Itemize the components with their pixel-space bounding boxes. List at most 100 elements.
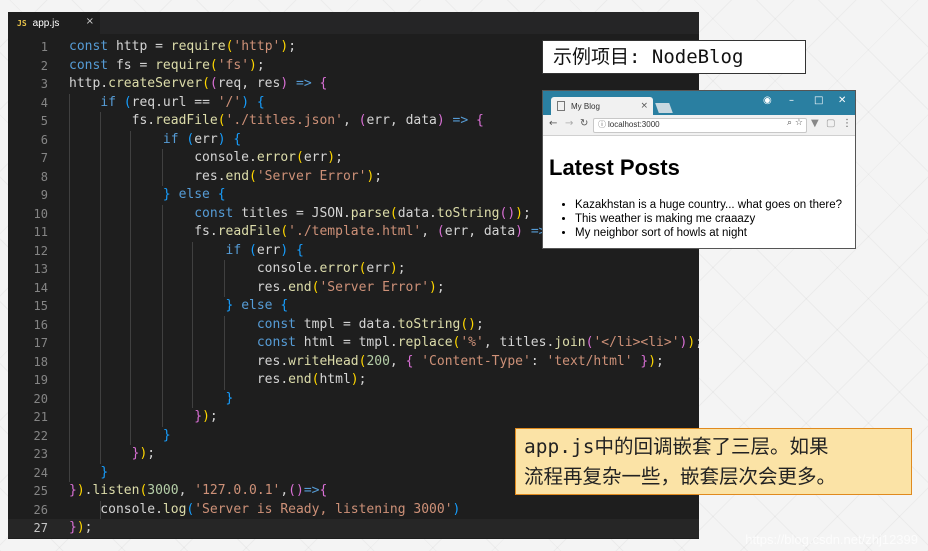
line-number: 6	[40, 132, 48, 147]
maximize-button[interactable]: □	[814, 95, 823, 106]
code-text: console.error(err);	[69, 261, 406, 276]
code-text: }	[100, 464, 109, 480]
code-text: const fs = require('fs');	[69, 57, 265, 73]
line-number: 23	[33, 447, 48, 461]
line-number: 26	[33, 502, 48, 517]
code-text: } else {	[162, 187, 226, 202]
line-number: 22	[33, 428, 48, 443]
line-number: 8	[40, 169, 48, 184]
code-text: http.createServer((req, res) => {	[69, 76, 328, 91]
code-line[interactable]: 27});	[8, 519, 699, 538]
code-text: fs.readFile('./titles.json', (err, data)…	[69, 113, 484, 128]
line-number: 4	[40, 95, 48, 110]
code-text: });	[131, 446, 156, 461]
code-text: });	[194, 409, 218, 424]
indent-guide	[224, 260, 225, 297]
line-number: 2	[40, 58, 48, 73]
code-text: }	[162, 427, 171, 443]
line-number: 19	[33, 373, 48, 387]
code-text: console.log('Server is Ready, listening …	[69, 501, 461, 517]
line-number: 7	[40, 151, 48, 165]
code-text: fs.readFile('./template.html', (err, dat…	[69, 224, 547, 239]
line-number: 9	[40, 188, 48, 202]
browser-toolbar: ← → ↻ ⓘ localhost:3000 ⌕ ☆ ▼ ▢ ⋮	[543, 115, 855, 136]
line-number: 10	[33, 206, 48, 221]
tab-app-js[interactable]: JS app.js ×	[8, 12, 100, 34]
code-text: console.error(err);	[194, 150, 343, 165]
code-line[interactable]: 15 } else {	[8, 297, 699, 316]
new-tab-button[interactable]	[655, 103, 673, 113]
close-window-button[interactable]: ✕	[838, 95, 846, 106]
line-number: 18	[33, 354, 48, 369]
page-heading: Latest Posts	[549, 155, 680, 180]
menu-icon[interactable]: ⋮	[842, 118, 852, 129]
code-line[interactable]: 21 });	[8, 408, 699, 427]
minimize-button[interactable]: –	[789, 95, 794, 106]
note-line-1: app.js中的回调嵌套了三层。如果	[524, 435, 829, 458]
code-line[interactable]: 13 console.error(err);	[8, 260, 699, 279]
zoom-icon[interactable]: ⌕	[787, 118, 792, 128]
watermark: https://blog.csdn.net/zhj12399	[745, 532, 918, 547]
project-label: 示例项目: NodeBlog	[542, 40, 806, 74]
code-line[interactable]: 26 console.log('Server is Ready, listeni…	[8, 501, 699, 520]
list-item: Kazakhstan is a huge country... what goe…	[575, 198, 842, 212]
indent-guide	[100, 500, 101, 519]
code-line[interactable]: 14 res.end('Server Error');	[8, 279, 699, 298]
code-line[interactable]: 18 res.writeHead(200, { 'Content-Type': …	[8, 353, 699, 372]
line-number: 16	[33, 317, 48, 332]
tab-close-icon[interactable]: ×	[640, 101, 648, 111]
line-number: 17	[33, 336, 48, 350]
code-text: }).listen(3000, '127.0.0.1',()=>{	[69, 483, 328, 498]
note-line-2: 流程再复杂一些，嵌套层次会更多。	[524, 465, 837, 488]
browser-tab-title: My Blog	[571, 101, 600, 111]
profile-icon[interactable]: ◉	[763, 95, 772, 106]
code-line[interactable]: 16 const tmpl = data.toString();	[8, 316, 699, 335]
list-item: This weather is making me craaazy	[575, 212, 842, 226]
browser-titlebar: My Blog × ◉ – □ ✕	[543, 91, 855, 115]
browser-tab[interactable]: My Blog ×	[551, 97, 653, 115]
indent-guide	[192, 241, 193, 408]
indent-guide	[224, 315, 225, 390]
code-text: res.end(html);	[69, 372, 367, 387]
code-text: res.end('Server Error');	[69, 168, 383, 184]
browser-window: My Blog × ◉ – □ ✕ ← → ↻ ⓘ localhost:3000…	[542, 90, 856, 249]
list-item: My neighbor sort of howls at night	[575, 226, 842, 240]
reload-icon[interactable]: ↻	[580, 118, 588, 129]
address-bar[interactable]: ⓘ localhost:3000 ⌕ ☆	[593, 118, 807, 133]
forward-icon[interactable]: →	[565, 118, 573, 129]
indent-guide	[130, 130, 131, 445]
back-icon[interactable]: ←	[549, 118, 557, 129]
line-number: 12	[33, 243, 48, 258]
explanation-note: app.js中的回调嵌套了三层。如果 流程再复杂一些，嵌套层次会更多。	[515, 428, 912, 495]
indent-guide	[69, 93, 70, 482]
editor-tab-bar: JS app.js ×	[8, 12, 699, 34]
code-text: res.writeHead(200, { 'Content-Type': 'te…	[69, 353, 664, 369]
code-line[interactable]: 19 res.end(html);	[8, 371, 699, 390]
page-icon	[557, 101, 565, 111]
extension-filter-icon[interactable]: ▼	[811, 118, 819, 129]
line-number: 1	[40, 40, 48, 54]
line-number: 25	[33, 484, 48, 498]
line-number: 11	[33, 225, 48, 239]
line-number: 24	[33, 465, 48, 480]
extension-icon[interactable]: ▢	[826, 118, 835, 129]
code-text: const titles = JSON.parse(data.toString(…	[194, 205, 531, 221]
code-text: }	[225, 390, 234, 406]
indent-guide	[162, 149, 163, 186]
close-icon[interactable]: ×	[86, 16, 94, 27]
javascript-file-icon: JS	[17, 18, 27, 28]
url-text: localhost:3000	[608, 120, 660, 129]
info-icon[interactable]: ⓘ	[598, 119, 606, 130]
line-number: 5	[40, 114, 48, 128]
code-line[interactable]: 17 const html = tmpl.replace('%', titles…	[8, 334, 699, 353]
code-text: if (err) {	[225, 242, 304, 258]
bookmark-star-icon[interactable]: ☆	[795, 118, 803, 128]
line-number: 13	[33, 262, 48, 276]
code-text: const http = require('http');	[69, 39, 297, 54]
tab-label: app.js	[32, 17, 60, 29]
code-line[interactable]: 20 }	[8, 390, 699, 409]
indent-guide	[162, 204, 163, 427]
code-text: if (req.url == '/') {	[100, 94, 265, 110]
code-text: if (err) {	[162, 131, 242, 147]
code-text: } else {	[225, 298, 289, 313]
